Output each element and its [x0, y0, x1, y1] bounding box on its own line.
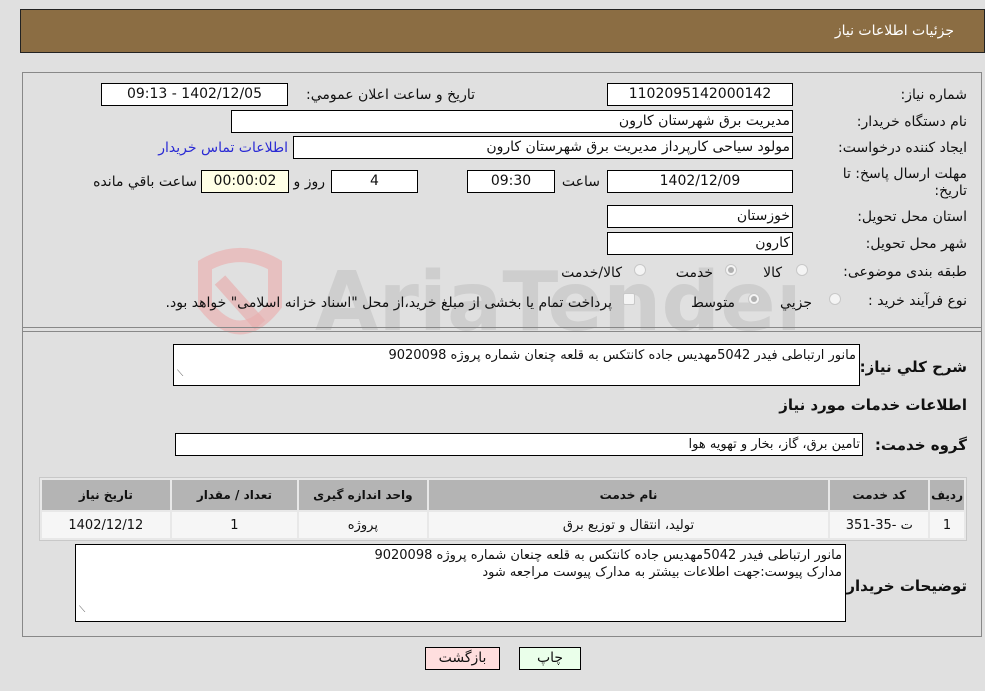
services-table: ردیف کد خدمت نام خدمت واحد اندازه گیری ت…: [39, 477, 967, 541]
announce-datetime-field: 1402/12/05 - 09:13: [101, 83, 288, 106]
deadline-date-field: 1402/12/09: [607, 170, 793, 193]
creator-label: ایجاد کننده درخواست:: [838, 140, 967, 156]
treasury-checkbox[interactable]: [623, 293, 635, 305]
col-header-service-code: کد خدمت: [830, 480, 929, 510]
buyer-org-label: نام دستگاه خریدار:: [856, 114, 967, 130]
buyer-notes-line-2: مدارک پیوست:جهت اطلاعات بیشتر به مدارک پ…: [482, 565, 842, 580]
resize-grip-icon[interactable]: ⟋: [79, 602, 85, 619]
process-label: نوع فرآیند خرید :: [868, 293, 967, 309]
process-option-medium: متوسط: [691, 295, 735, 311]
category-radio-service[interactable]: [725, 264, 737, 276]
deadline-time-field: 09:30: [467, 170, 555, 193]
cell-row-number: 1: [930, 512, 964, 538]
days-remaining-field: 4: [331, 170, 418, 193]
section-divider: [22, 331, 982, 332]
category-radio-goods[interactable]: [796, 264, 808, 276]
resize-grip-icon[interactable]: ⟋: [177, 366, 183, 383]
cell-unit: پروژه: [299, 512, 427, 538]
city-label: شهر محل تحویل:: [865, 236, 967, 252]
buyer-contact-link[interactable]: اطلاعات تماس خریدار: [158, 140, 288, 156]
deadline-time-label: ساعت: [561, 174, 600, 190]
summary-text: مانور ارتباطی فیدر 5042مهدیس جاده کانتکس…: [388, 348, 856, 363]
category-option-goods: کالا: [763, 265, 782, 281]
announce-label: تاریخ و ساعت اعلان عمومي:: [306, 87, 475, 103]
buyer-notes-label: توضیحات خریدار:: [840, 577, 967, 595]
footer-divider: [22, 636, 982, 637]
services-section-title: اطلاعات خدمات مورد نیاز: [779, 396, 967, 414]
process-radio-minor[interactable]: [829, 293, 841, 305]
cell-service-code: ت -35-351: [830, 512, 929, 538]
need-number-field: 1102095142000142: [607, 83, 793, 106]
deadline-label: مهلت ارسال پاسخ: تا تاریخ:: [842, 166, 967, 199]
page-title: جزئیات اطلاعات نیاز: [834, 23, 954, 39]
process-radio-medium[interactable]: [748, 293, 760, 305]
cell-quantity: 1: [171, 512, 298, 538]
category-option-service: خدمت: [675, 265, 713, 281]
need-number-label: شماره نیاز:: [900, 87, 968, 103]
col-header-need-date: تاریخ نیاز: [42, 480, 170, 510]
table-row: 1 ت -35-351 تولید، انتقال و توزیع برق پر…: [42, 512, 964, 538]
col-header-quantity: تعداد / مقدار: [171, 480, 298, 510]
col-header-unit: واحد اندازه گیری: [299, 480, 427, 510]
province-field: خوزستان: [607, 205, 793, 228]
page-header: جزئیات اطلاعات نیاز: [20, 9, 985, 53]
buyer-notes-textarea[interactable]: مانور ارتباطی فیدر 5042مهدیس جاده کانتکس…: [75, 544, 846, 622]
summary-textarea[interactable]: مانور ارتباطی فیدر 5042مهدیس جاده کانتکس…: [173, 344, 860, 386]
remaining-time-field: 00:00:02: [201, 170, 289, 193]
cell-service-name: تولید، انتقال و توزیع برق: [428, 512, 829, 538]
city-field: کارون: [607, 232, 793, 255]
print-button[interactable]: چاپ: [519, 647, 581, 670]
days-label: روز و: [293, 174, 326, 190]
buyer-org-field: مدیریت برق شهرستان کارون: [231, 110, 793, 133]
category-radio-goods-service[interactable]: [634, 264, 646, 276]
cell-need-date: 1402/12/12: [42, 512, 170, 538]
service-group-field: تامین برق، گاز، بخار و تهویه هوا: [175, 433, 863, 456]
province-label: استان محل تحویل:: [857, 209, 967, 225]
table-header-row: ردیف کد خدمت نام خدمت واحد اندازه گیری ت…: [42, 480, 964, 510]
remaining-label: ساعت باقي مانده: [93, 174, 197, 190]
category-option-goods-service: کالا/خدمت: [561, 265, 622, 281]
section-divider: [22, 327, 982, 328]
col-header-row-number: ردیف: [930, 480, 964, 510]
col-header-service-name: نام خدمت: [428, 480, 829, 510]
back-button[interactable]: بازگشت: [425, 647, 500, 670]
creator-field: مولود سیاحی کارپرداز مدیریت برق شهرستان …: [293, 136, 793, 159]
treasury-note: پرداخت تمام یا بخشی از مبلغ خرید،از محل …: [165, 295, 612, 311]
service-group-label: گروه خدمت:: [874, 436, 967, 454]
summary-label: شرح كلي نياز:: [859, 358, 967, 376]
buyer-notes-line-1: مانور ارتباطی فیدر 5042مهدیس جاده کانتکس…: [374, 548, 842, 563]
process-option-minor: جزيي: [780, 295, 812, 311]
category-label: طبقه بندی موضوعی:: [843, 264, 967, 280]
